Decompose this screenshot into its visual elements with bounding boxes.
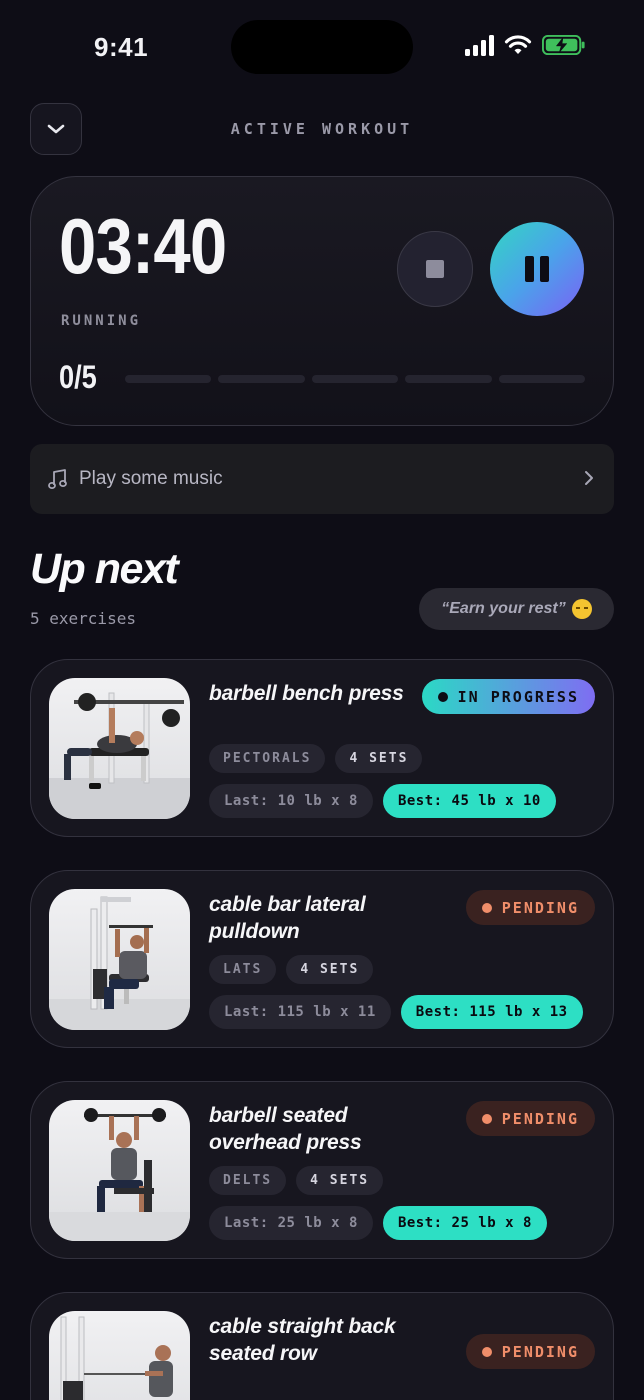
chevron-right-icon (585, 471, 593, 485)
pause-icon (525, 256, 534, 282)
exercise-name: barbell seated overhead press (209, 1104, 362, 1154)
last-record: Last: 10 lb x 8 (209, 784, 373, 818)
stop-button[interactable] (397, 231, 473, 307)
exercise-card[interactable]: cable straight back seated row PENDING (30, 1292, 614, 1400)
last-record: Last: 115 lb x 11 (209, 995, 391, 1029)
progress-segment (498, 375, 586, 383)
exercise-card[interactable]: barbell seated overhead press PENDING DE… (30, 1081, 614, 1259)
timer-status: RUNNING (61, 313, 142, 329)
sets-tag: 4 SETS (296, 1166, 384, 1195)
status-badge: PENDING (465, 1101, 595, 1136)
status-dot (481, 1346, 492, 1357)
progress-count: 0/5 (59, 359, 97, 395)
progress-segment (405, 375, 492, 383)
sets-tag: 4 SETS (335, 744, 423, 773)
quote-pill: “Earn your rest” (419, 588, 614, 630)
timer-value: 03:40 (59, 202, 227, 290)
sets-tag: 4 SETS (286, 955, 374, 984)
exercise-card[interactable]: cable bar lateral pulldown PENDING LATS … (30, 870, 614, 1048)
exercise-name: cable straight back seated row (209, 1315, 396, 1365)
exercise-name: barbell bench press (209, 682, 404, 705)
muscle-tag: PECTORALS (209, 744, 326, 773)
exercise-name: cable bar lateral pulldown (209, 893, 366, 943)
battery-charging-icon (542, 34, 585, 56)
dynamic-island (231, 20, 413, 74)
exercise-count: 5 exercises (30, 609, 136, 628)
best-record: Best: 115 lb x 13 (400, 995, 583, 1029)
page-title: ACTIVE WORKOUT (230, 120, 414, 138)
music-row[interactable]: Play some music (30, 444, 614, 514)
signal-icon (465, 34, 494, 56)
music-note-icon (48, 469, 67, 489)
status-badge: PENDING (465, 1334, 595, 1369)
status-dot (481, 902, 492, 913)
status-icons (465, 34, 586, 56)
exercise-thumbnail (49, 889, 190, 1030)
status-badge: PENDING (465, 890, 595, 925)
status-badge: IN PROGRESS (421, 679, 595, 714)
last-record: Last: 25 lb x 8 (209, 1206, 373, 1240)
stop-icon (426, 260, 444, 278)
timer-card: 03:40 RUNNING 0/5 (30, 176, 614, 426)
status-time: 9:41 (94, 32, 149, 62)
best-record: Best: 45 lb x 10 (382, 784, 556, 818)
status-badge-label: PENDING (501, 1109, 579, 1128)
muscle-tag: DELTS (209, 1166, 287, 1195)
quote-text: “Earn your rest” (441, 600, 566, 617)
status-badge-label: IN PROGRESS (457, 687, 579, 706)
progress-segment (125, 375, 212, 383)
wifi-icon (504, 35, 532, 54)
music-label: Play some music (79, 468, 223, 489)
status-dot (437, 691, 448, 702)
progress-segment (218, 375, 305, 383)
status-dot (481, 1113, 492, 1124)
best-record: Best: 25 lb x 8 (382, 1206, 547, 1240)
exercise-thumbnail (49, 678, 190, 819)
muscle-tag: LATS (209, 955, 277, 984)
exercise-thumbnail (49, 1311, 190, 1400)
pause-button[interactable] (490, 222, 584, 316)
exercise-card[interactable]: barbell bench press IN PROGRESS PECTORAL… (30, 659, 614, 837)
sleepy-emoji-icon (571, 599, 592, 619)
status-badge-label: PENDING (501, 898, 579, 917)
progress-segment (311, 375, 399, 383)
status-bar: 9:41 (0, 0, 644, 96)
section-title: Up next (30, 545, 179, 593)
exercise-thumbnail (49, 1100, 190, 1241)
progress-segments (125, 375, 586, 383)
status-badge-label: PENDING (501, 1342, 579, 1361)
